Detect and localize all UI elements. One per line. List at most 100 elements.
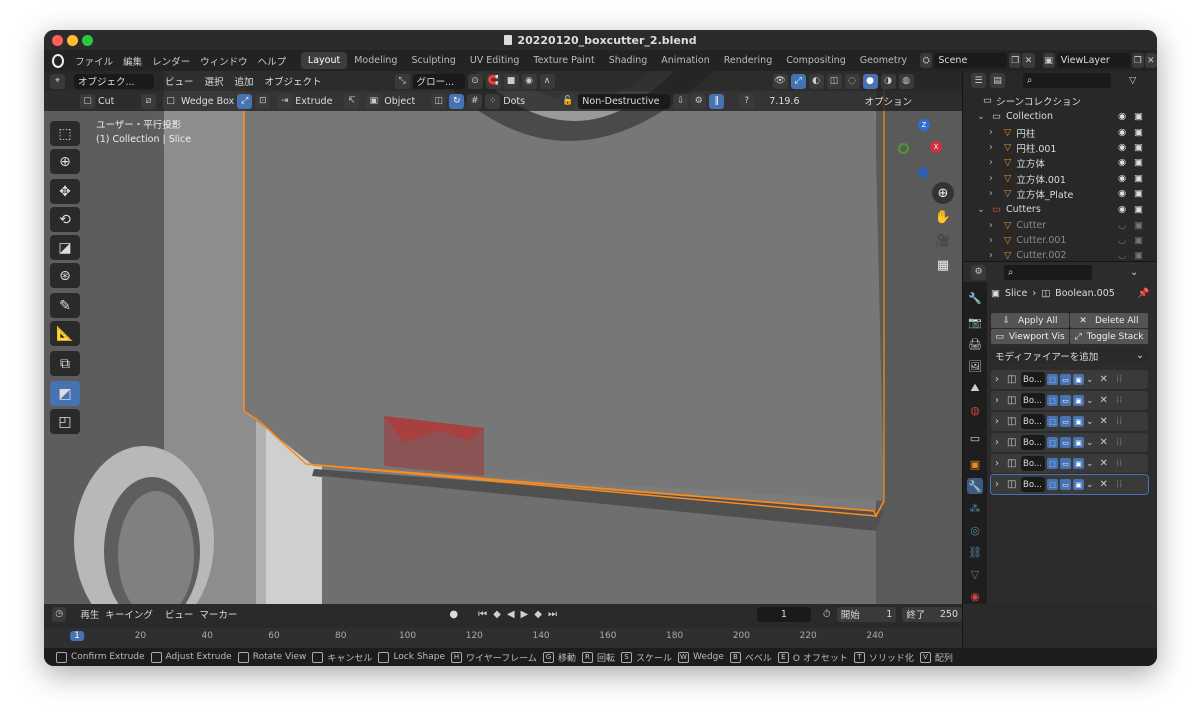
outliner-scene-collection[interactable]: ▭ シーンコレクション xyxy=(963,93,1157,108)
menu-help[interactable]: ヘルプ xyxy=(253,54,292,68)
world-tab-icon[interactable]: ◍ xyxy=(967,402,983,418)
object-icon[interactable]: ▣ xyxy=(366,93,382,109)
object-tab-icon[interactable]: ▣ xyxy=(967,456,983,472)
chevron-right-icon[interactable]: › xyxy=(995,479,1005,490)
disclosure-icon[interactable]: › xyxy=(989,188,999,199)
outliner-item[interactable]: › ▽ 立方体.001 ◉ ▣ xyxy=(963,171,1157,186)
modifier-panel[interactable]: › ◫ Bo... ⬚ ▭ ▣ ⌄ ✕ ⁞⁞ xyxy=(991,433,1148,452)
record-icon[interactable]: ● xyxy=(449,609,458,620)
delete-all-button[interactable]: ✕ Delete All xyxy=(1070,313,1148,328)
viewport-toggle-icon[interactable]: ▭ xyxy=(1060,395,1071,406)
eye-icon[interactable]: ◉ xyxy=(1118,127,1126,138)
measure-tool[interactable]: 📐 xyxy=(50,321,80,346)
camera-icon[interactable]: ▣ xyxy=(1134,142,1143,153)
menu-edit[interactable]: 編集 xyxy=(118,54,147,68)
pause-icon[interactable]: ‖ xyxy=(709,93,725,109)
modifier-name-field[interactable]: Bo... xyxy=(1021,477,1045,492)
3d-viewport[interactable]: ⌖ オブジェク... ビュー 選択 追加 オブジェクト ⤡ グロー... ⊙ 🧲… xyxy=(44,71,962,604)
tab-texture-paint[interactable]: Texture Paint xyxy=(526,52,601,69)
settings-gear-icon[interactable]: ⚙ xyxy=(691,93,707,109)
disclosure-icon[interactable]: › xyxy=(989,173,999,184)
proportional-edit-icon[interactable]: ◉ xyxy=(521,73,537,89)
apply-icon[interactable]: ⇩ xyxy=(673,93,689,109)
outliner-item[interactable]: › ▽ Cutter.001 ◡ ▣ xyxy=(963,233,1157,248)
current-frame-marker[interactable]: 1 xyxy=(70,631,84,641)
tab-animation[interactable]: Animation xyxy=(654,52,716,69)
wireframe-shading-icon[interactable]: ◌ xyxy=(844,73,860,89)
jump-start-icon[interactable]: ⏮ xyxy=(478,609,487,620)
options-dropdown[interactable]: オプション xyxy=(865,94,913,108)
chevron-right-icon[interactable]: › xyxy=(995,374,1005,385)
align-icon[interactable]: ↸ xyxy=(344,93,360,109)
camera-icon[interactable]: ▣ xyxy=(1134,204,1143,215)
display-mode-icon[interactable]: ▤ xyxy=(990,73,1005,88)
add-modifier-dropdown[interactable]: モディファイアーを追加 ⌄ xyxy=(991,348,1148,363)
editor-type-icon[interactable]: ⌖ xyxy=(50,73,65,89)
view-layer-tab-icon[interactable]: 🖼 xyxy=(967,358,983,374)
new-view-layer-icon[interactable]: ❐ xyxy=(1131,53,1144,68)
nav-gizmo[interactable]: Z X xyxy=(894,119,954,179)
shape-icon[interactable]: □ xyxy=(163,93,178,109)
bevel-icon[interactable]: ◫ xyxy=(431,93,447,109)
disclosure-icon[interactable]: ⌄ xyxy=(977,111,987,122)
modifier-panel[interactable]: › ◫ Bo... ⬚ ▭ ▣ ⌄ ✕ ⁞⁞ xyxy=(990,474,1149,495)
modifier-name-field[interactable]: Bo... xyxy=(1021,414,1045,429)
axis-x-icon[interactable]: X xyxy=(930,141,942,153)
data-tab-icon[interactable]: ▽ xyxy=(967,566,983,582)
drag-handle-icon[interactable]: ⁞⁞ xyxy=(1116,437,1122,448)
tab-sculpting[interactable]: Sculpting xyxy=(404,52,462,69)
transform-tool[interactable]: ⊛ xyxy=(50,263,80,288)
origin-icon[interactable]: ⊡ xyxy=(255,93,271,109)
disclosure-icon[interactable]: › xyxy=(989,127,999,138)
physics-tab-icon[interactable]: ◎ xyxy=(967,522,983,538)
cut-mode-icon[interactable]: ▢ xyxy=(80,93,95,109)
camera-icon[interactable]: ▣ xyxy=(1134,220,1143,231)
disclosure-icon[interactable]: › xyxy=(989,142,999,153)
eye-icon[interactable]: ◡ xyxy=(1118,250,1126,261)
orientation-dropdown[interactable]: グロー... xyxy=(412,73,465,89)
disclosure-icon[interactable]: ⌄ xyxy=(977,204,987,215)
dots-label[interactable]: Dots xyxy=(503,96,557,107)
end-frame-field[interactable]: 終了 250 xyxy=(902,606,962,622)
hardops-tool[interactable]: ◰ xyxy=(50,409,80,434)
tab-geometry[interactable]: Geometry xyxy=(853,52,914,69)
disclosure-icon[interactable]: › xyxy=(989,250,999,261)
scene-icon[interactable]: ⛭ xyxy=(920,53,933,68)
tab-uv-editing[interactable]: UV Editing xyxy=(463,52,527,69)
outliner-item[interactable]: › ▽ 円柱.001 ◉ ▣ xyxy=(963,140,1157,155)
tab-layout[interactable]: Layout xyxy=(300,52,348,69)
object-label[interactable]: Object xyxy=(384,96,428,107)
zoom-window-button[interactable] xyxy=(82,35,93,46)
chevron-down-icon[interactable]: ⌄ xyxy=(1086,375,1094,385)
eye-icon[interactable]: ◡ xyxy=(1118,220,1126,231)
close-icon[interactable]: ✕ xyxy=(1100,437,1108,448)
axis-neg-z-icon[interactable] xyxy=(918,167,929,178)
start-frame-field[interactable]: 開始 1 xyxy=(836,606,897,622)
add-menu[interactable]: 追加 xyxy=(235,74,254,88)
boxcutter-tool[interactable]: ◩ xyxy=(50,381,80,406)
extrude-icon[interactable]: ⇥ xyxy=(277,93,293,109)
close-icon[interactable]: ✕ xyxy=(1100,416,1108,427)
editmode-toggle-icon[interactable]: ⬚ xyxy=(1047,458,1058,469)
chevron-down-icon[interactable]: ⌄ xyxy=(1086,438,1094,448)
view-layer-field[interactable]: ViewLayer xyxy=(1056,53,1130,68)
outliner-item[interactable]: › ▽ 円柱 ◉ ▣ xyxy=(963,125,1157,140)
material-tab-icon[interactable]: ◉ xyxy=(967,588,983,604)
menu-file[interactable]: ファイル xyxy=(70,54,118,68)
zoom-icon[interactable]: ⊕ xyxy=(932,182,954,204)
camera-icon[interactable]: ▣ xyxy=(1134,188,1143,199)
modifier-panel[interactable]: › ◫ Bo... ⬚ ▭ ▣ ⌄ ✕ ⁞⁞ xyxy=(991,412,1148,431)
chevron-right-icon[interactable]: › xyxy=(995,437,1005,448)
object-menu[interactable]: オブジェクト xyxy=(265,74,322,88)
new-scene-icon[interactable]: ❐ xyxy=(1009,53,1022,68)
render-toggle-icon[interactable]: ▣ xyxy=(1073,479,1084,490)
menu-render[interactable]: レンダー xyxy=(147,54,195,68)
xray-icon[interactable]: ◫ xyxy=(826,73,842,89)
outliner-item[interactable]: › ▽ Cutter ◡ ▣ xyxy=(963,218,1157,233)
tab-shading[interactable]: Shading xyxy=(602,52,655,69)
visibility-icon[interactable]: 👁 xyxy=(772,73,788,89)
close-icon[interactable]: ✕ xyxy=(1100,479,1108,490)
particles-tab-icon[interactable]: ⁂ xyxy=(967,500,983,516)
view-menu[interactable]: ビュー xyxy=(165,74,194,88)
drag-handle-icon[interactable]: ⁞⁞ xyxy=(1116,416,1122,427)
